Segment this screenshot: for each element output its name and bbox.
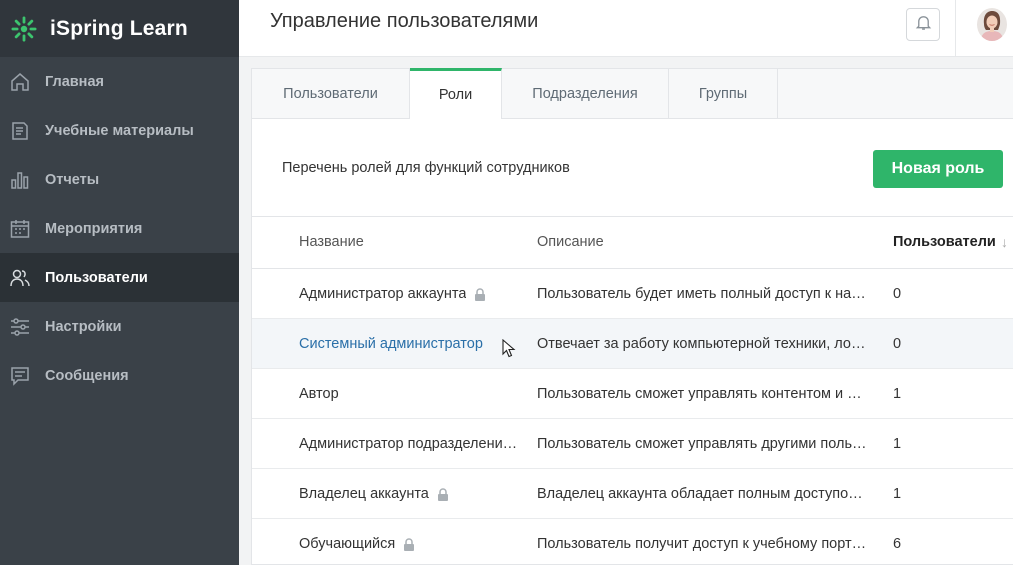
sidebar-item-label: Мероприятия [45, 220, 143, 237]
sidebar-item-home[interactable]: Главная [0, 57, 239, 106]
role-users-count: 1 [893, 436, 902, 452]
sidebar-item-label: Настройки [45, 318, 122, 335]
sidebar-item-learning-materials[interactable]: Учебные материалы [0, 106, 239, 155]
table-row[interactable]: Владелец аккаунта Владелец аккаунта обла… [252, 469, 1013, 519]
role-description: Пользователь сможет управлять контентом … [537, 386, 862, 402]
role-users-count: 0 [893, 336, 902, 352]
tab-departments[interactable]: Подразделения [502, 69, 669, 119]
role-users-count: 1 [893, 486, 902, 502]
column-header-description[interactable]: Описание [537, 234, 604, 250]
role-name[interactable]: Обучающийся [299, 536, 395, 552]
sidebar-item-label: Пользователи [45, 269, 148, 286]
sidebar-nav: Главная Учебные материалы Отчеты Меропри… [0, 57, 239, 400]
ispring-logo-icon [10, 15, 38, 43]
header-divider [955, 0, 956, 57]
table-row[interactable]: Обучающийся Пользователь получит доступ … [252, 519, 1013, 565]
sidebar-item-label: Отчеты [45, 171, 100, 188]
lock-icon [474, 287, 486, 301]
roles-description: Перечень ролей для функций сотрудников [282, 160, 570, 176]
table-row[interactable]: Автор Пользователь сможет управлять конт… [252, 369, 1013, 419]
page-title: Управление пользователями [270, 10, 539, 32]
app-name: iSpring Learn [50, 16, 188, 40]
role-users-count: 0 [893, 286, 902, 302]
sidebar-item-label: Сообщения [45, 367, 129, 384]
column-header-name[interactable]: Название [299, 234, 364, 250]
role-name[interactable]: Администратор аккаунта [299, 286, 466, 302]
role-description: Отвечает за работу компьютерной техники,… [537, 336, 866, 352]
sidebar-item-messages[interactable]: Сообщения [0, 351, 239, 400]
role-description: Пользователь получит доступ к учебному п… [537, 536, 867, 552]
role-name[interactable]: Автор [299, 386, 339, 402]
calendar-icon [9, 218, 31, 240]
role-users-count: 1 [893, 386, 902, 402]
tab-roles[interactable]: Роли [410, 68, 502, 119]
role-users-count: 6 [893, 536, 902, 552]
sort-arrow-icon[interactable]: ↓ [1001, 234, 1008, 250]
home-icon [9, 71, 31, 93]
role-description: Пользователь сможет управлять другими по… [537, 436, 867, 452]
table-row[interactable]: Системный администратор Отвечает за рабо… [252, 319, 1013, 369]
sidebar-item-events[interactable]: Мероприятия [0, 204, 239, 253]
sidebar-item-label: Главная [45, 73, 104, 90]
role-name[interactable]: Системный администратор [299, 336, 483, 352]
tabs: Пользователи Роли Подразделения Группы [252, 68, 1013, 119]
table-row[interactable]: Администратор подразделени… Пользователь… [252, 419, 1013, 469]
bar-chart-icon [9, 169, 31, 191]
top-header: Управление пользователями [239, 0, 1013, 57]
table-row[interactable]: Администратор аккаунта Пользователь буде… [252, 269, 1013, 319]
message-icon [9, 365, 31, 387]
notifications-button[interactable] [906, 8, 940, 41]
lock-icon [403, 537, 415, 551]
sidebar-item-settings[interactable]: Настройки [0, 302, 239, 351]
table-header: Название Описание Пользователи ↓ [252, 217, 1013, 269]
avatar[interactable] [977, 8, 1007, 41]
sidebar-item-reports[interactable]: Отчеты [0, 155, 239, 204]
sidebar-item-users[interactable]: Пользователи [0, 253, 239, 302]
column-header-users[interactable]: Пользователи [893, 234, 996, 250]
mouse-cursor-icon [502, 338, 516, 359]
document-icon [9, 120, 31, 142]
logo[interactable]: iSpring Learn [0, 0, 239, 57]
role-description: Владелец аккаунта обладает полным доступ… [537, 486, 863, 502]
role-name[interactable]: Владелец аккаунта [299, 486, 429, 502]
toolbar: Перечень ролей для функций сотрудников Н… [252, 119, 1013, 217]
sidebar: iSpring Learn Главная Учебные материалы … [0, 0, 239, 565]
role-name[interactable]: Администратор подразделени… [299, 436, 517, 452]
tab-users[interactable]: Пользователи [252, 69, 410, 119]
users-icon [9, 267, 31, 289]
tab-groups[interactable]: Группы [669, 69, 778, 119]
role-description: Пользователь будет иметь полный доступ к… [537, 286, 866, 302]
new-role-button[interactable]: Новая роль [873, 150, 1003, 188]
bell-icon [915, 14, 932, 36]
sliders-icon [9, 316, 31, 338]
lock-icon [437, 487, 449, 501]
roles-card: Пользователи Роли Подразделения Группы П… [251, 68, 1013, 565]
sidebar-item-label: Учебные материалы [45, 122, 194, 139]
